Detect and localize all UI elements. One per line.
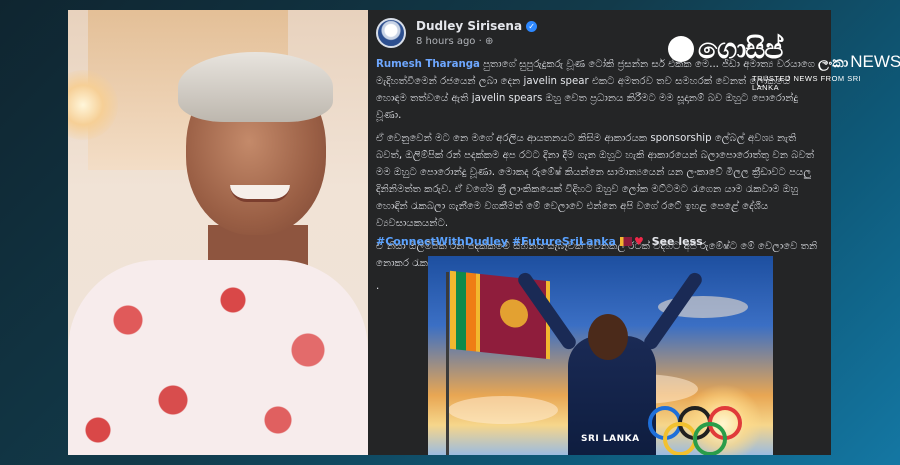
- athlete-head: [588, 314, 628, 360]
- person-smile: [230, 185, 290, 202]
- author-name-text[interactable]: Dudley Sirisena: [416, 19, 522, 33]
- paragraph-2: ඒ වෙනුවෙන් මට නෙ මගේ අරලිය ආයතනයට කිසිම …: [376, 133, 815, 229]
- gossip-lanka-logo: ගොසිප් ලංකා NEWS TRUSTED NEWS FROM SRI LA…: [668, 32, 900, 92]
- post-image[interactable]: SRI LANKA: [428, 256, 773, 455]
- hashtag-connect[interactable]: #ConnectWithDudley: [376, 235, 508, 248]
- author-name[interactable]: Dudley Sirisena ✓: [416, 19, 538, 33]
- logo-sub-text: ලංකා: [818, 54, 849, 70]
- olympic-ring-yellow: [663, 422, 697, 455]
- heart-icon: ♥: [633, 235, 644, 248]
- mention-link[interactable]: Rumesh Tharanga: [376, 59, 480, 70]
- hashtag-line: #ConnectWithDudley #FutureSriLanka ♥ See …: [376, 235, 703, 248]
- flagpole: [446, 272, 449, 455]
- person-photo: [68, 10, 368, 455]
- see-less-link[interactable]: See less: [652, 235, 703, 248]
- logo-tagline: TRUSTED NEWS FROM SRI LANKA: [752, 74, 862, 92]
- cloud: [448, 396, 558, 424]
- hashtag-future[interactable]: #FutureSriLanka: [512, 235, 616, 248]
- lion-emblem: [500, 298, 528, 329]
- person-hair: [178, 52, 333, 122]
- globe-icon: ⊕: [484, 36, 494, 47]
- post-time[interactable]: 8 hours ago: [416, 36, 475, 47]
- olympic-ring-green: [693, 422, 727, 455]
- post-meta: 8 hours ago · ⊕: [416, 36, 493, 47]
- logo-news-text: NEWS: [850, 52, 900, 71]
- logo-news: ලංකා NEWS: [818, 52, 900, 72]
- logo-text: ගොසිප්: [698, 32, 783, 65]
- verified-badge-icon: ✓: [526, 21, 538, 32]
- logo-badge-icon: [668, 36, 694, 62]
- floral-shirt: [68, 260, 368, 455]
- author-avatar[interactable]: [376, 18, 406, 48]
- sri-lanka-flag-icon: [619, 237, 632, 246]
- jersey-text: SRI LANKA: [581, 434, 640, 444]
